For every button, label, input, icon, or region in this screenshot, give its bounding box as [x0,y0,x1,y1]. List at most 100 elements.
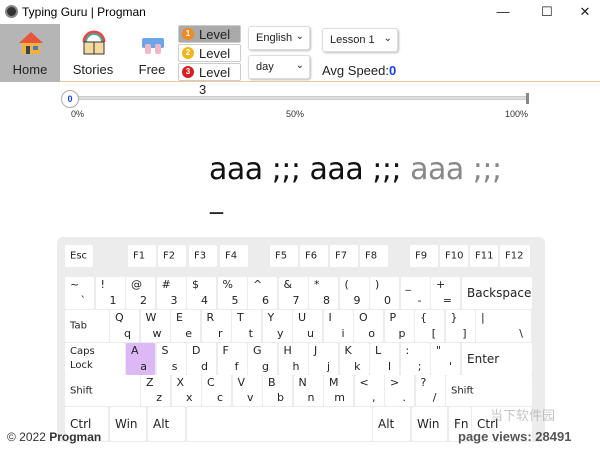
key-f10[interactable]: F10 [440,245,468,267]
level-2-button[interactable]: 2 Level 2 [178,44,241,78]
key-4[interactable]: $4 [187,277,216,309]
key--[interactable]: _ - [400,277,430,309]
nav-free-button[interactable]: Free [122,24,182,82]
key-f4[interactable]: F4 [220,245,248,267]
key-7[interactable]: & 7 [278,277,308,309]
key-,[interactable]: <, [354,375,384,406]
key-backspace[interactable]: Backspace [462,277,532,309]
key-0[interactable]: ) 0 [370,277,399,309]
maximize-button[interactable]: ☐ [532,2,562,22]
key-g[interactable]: Gg [248,343,277,375]
key-m[interactable]: Mm [324,375,353,406]
key-f9[interactable]: F9 [410,245,438,267]
close-button[interactable]: ✕ [570,2,600,22]
key-u[interactable]: Uu [293,310,322,342]
key-n[interactable]: Nn [293,375,323,406]
key-char: r [217,327,223,340]
key-shift-char: Q [115,311,124,324]
key-c[interactable]: Cc [202,375,231,406]
progress-thumb[interactable]: 0 [61,90,79,108]
key-f12[interactable]: F12 [500,245,530,267]
key-win-left[interactable]: Win [110,407,146,441]
key-p[interactable]: Pp [384,310,414,342]
avg-speed-label: Avg Speed: [322,63,389,78]
key-char: m [334,391,345,404]
key-f6[interactable]: F6 [300,245,328,267]
key-char: g [262,360,269,373]
key-f11[interactable]: F11 [470,245,498,267]
key-label: F11 [475,250,494,262]
key-/[interactable]: ? / [415,375,445,406]
key-2[interactable]: @2 [126,277,155,309]
key-e[interactable]: Ee [171,310,200,342]
key-alt-right[interactable]: Alt [373,407,410,441]
key-shift-char: ? [420,376,427,389]
key-w[interactable]: Ww [140,310,170,342]
key-char: t [248,327,253,340]
key-v[interactable]: Vv [232,375,262,406]
key-shift-left[interactable]: Shift [65,375,140,406]
key-b[interactable]: Bb [263,375,292,406]
key-tab[interactable]: Tab [65,310,109,342]
key-esc[interactable]: Esc [65,245,93,267]
key-shift-char: V [237,376,246,389]
key-f8[interactable]: F8 [360,245,388,267]
key-space[interactable] [187,407,372,441]
key-6[interactable]: ^ 6 [248,277,277,309]
key-i[interactable]: Ii [323,310,353,342]
key-char: ` [80,294,87,307]
key-j[interactable]: Jj [309,343,338,375]
key-k[interactable]: Kk [339,343,369,375]
key-f5[interactable]: F5 [270,245,298,267]
theme-select[interactable]: day ⌄ [248,55,310,79]
key-f[interactable]: Ff [217,343,247,375]
key-z[interactable]: Zz [141,375,170,406]
key-=[interactable]: + = [431,277,460,309]
key-q[interactable]: Qq [110,310,139,342]
progress-track[interactable] [70,96,528,100]
key-label: Esc [70,250,88,262]
key-shift-right[interactable]: Shift [446,375,532,406]
key-s[interactable]: Ss [156,343,186,375]
language-select[interactable]: English ⌄ [248,26,310,50]
key-shift-char: O [359,311,368,324]
key-r[interactable]: Rr [201,310,231,342]
key-'[interactable]: " ' [431,343,460,375]
key-\[interactable]: | \ [476,310,531,342]
key-9[interactable]: (9 [339,277,369,309]
key-`[interactable]: ~ ` [65,277,94,309]
key-char: , [372,391,376,404]
key-;[interactable]: :; [400,343,430,375]
key-3[interactable]: #3 [156,277,186,309]
level-1-button[interactable]: 1 Level 1 [178,25,241,59]
key-5[interactable]: % 5 [217,277,247,309]
key-o[interactable]: Oo [354,310,383,342]
key-l[interactable]: Ll [370,343,399,375]
key-win-right[interactable]: Win [412,407,447,441]
key-.[interactable]: >. [385,375,414,406]
key-][interactable]: }] [445,310,475,342]
nav-stories-button[interactable]: Stories [63,24,123,82]
key-enter[interactable]: Enter [462,343,532,375]
key-1[interactable]: ! 1 [95,277,125,309]
key-y[interactable]: Yy [262,310,292,342]
key-caps-lock[interactable]: Caps Lock [65,343,125,375]
key-a[interactable]: Aa [126,343,155,375]
key-f7[interactable]: F7 [330,245,358,267]
key-[[interactable]: {[ [415,310,444,342]
key-alt-left[interactable]: Alt [148,407,185,441]
key-d[interactable]: Dd [187,343,216,375]
keyboard-hands-icon [142,38,164,54]
key-label: F9 [415,250,428,262]
key-f3[interactable]: F3 [189,245,217,267]
nav-home-button[interactable]: Home [0,24,60,82]
key-h[interactable]: Hh [278,343,308,375]
key-f2[interactable]: F2 [158,245,186,267]
key-f1[interactable]: F1 [128,245,156,267]
key-8[interactable]: * 8 [309,277,338,309]
key-x[interactable]: Xx [171,375,201,406]
minimize-button[interactable]: — [488,2,518,22]
level-3-button[interactable]: 3 Level 3 [178,63,241,97]
lesson-select[interactable]: Lesson 1 ⌄ [322,28,398,52]
key-t[interactable]: Tt [232,310,261,342]
